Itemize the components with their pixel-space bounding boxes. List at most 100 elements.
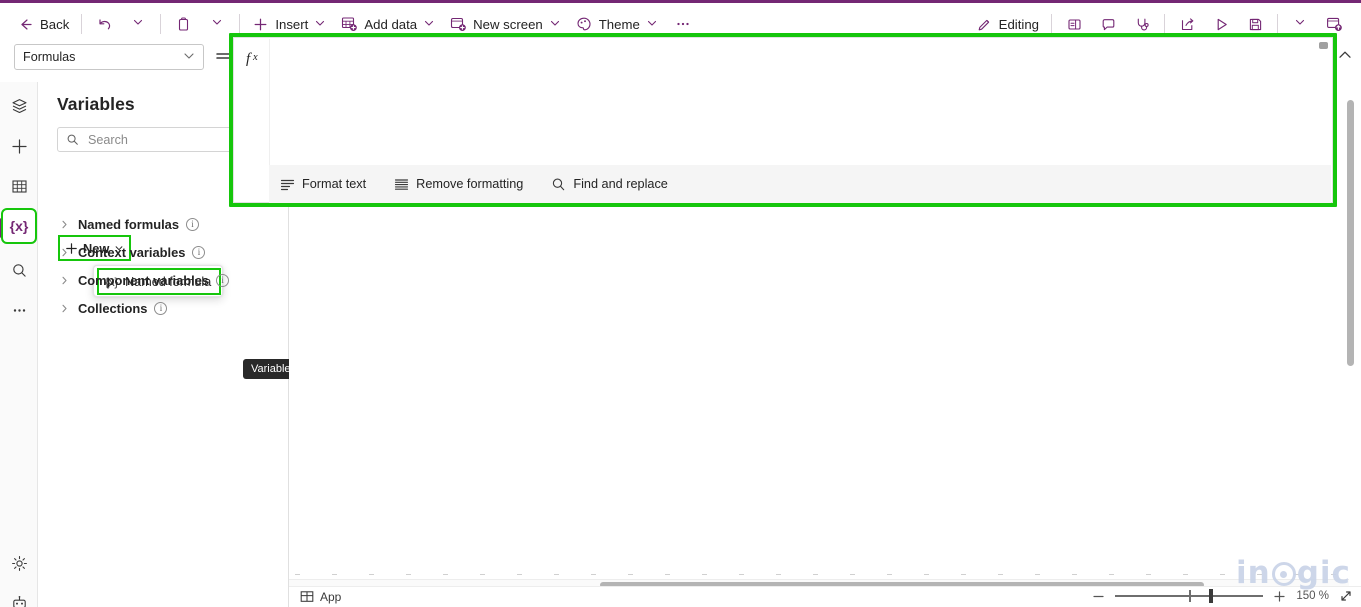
ruler-dash	[850, 574, 855, 575]
insert-label: Insert	[275, 16, 309, 32]
zoom-slider-thumb[interactable]	[1209, 589, 1214, 603]
watermark-text-after: gic	[1296, 555, 1351, 591]
comment-bubble-icon	[1100, 16, 1117, 33]
tree-row-label: Component variables	[78, 272, 210, 288]
info-icon[interactable]: i	[154, 301, 168, 315]
pencil-icon	[976, 16, 993, 33]
add-data-label: Add data	[364, 16, 418, 32]
tree-row-named-formulas[interactable]: Named formulas i	[57, 213, 200, 235]
app-checker-icon	[1134, 16, 1151, 33]
chevron-down-icon	[314, 17, 326, 32]
ruler-dash	[665, 574, 670, 575]
chevron-right-icon[interactable]	[57, 245, 71, 259]
tree-row-label: Named formulas	[78, 216, 180, 232]
undo-options-button[interactable]	[121, 9, 155, 39]
chevron-right-icon[interactable]	[57, 301, 71, 315]
rail-item-variables[interactable]: {x}	[1, 208, 37, 244]
ruler-dash	[480, 574, 485, 575]
powerapps-studio: Back Insert Add data New screen Theme Ed…	[0, 0, 1361, 607]
ruler-dash	[739, 574, 744, 575]
fit-screen-button[interactable]	[1339, 589, 1353, 603]
ruler-dash	[998, 574, 1003, 575]
divider	[1277, 14, 1278, 34]
zoom-in-button[interactable]	[1273, 590, 1286, 603]
rail-item-more[interactable]	[3, 294, 35, 326]
zoom-slider[interactable]	[1115, 589, 1264, 603]
save-chevron-icon	[1294, 15, 1306, 33]
rail-item-data[interactable]	[3, 170, 35, 202]
ruler-dash	[813, 574, 818, 575]
ruler-dash	[628, 574, 633, 575]
status-bar: App 150 %	[289, 586, 1361, 607]
undo-icon	[96, 16, 113, 33]
ruler-dash	[369, 574, 374, 575]
rail-item-settings[interactable]	[3, 547, 35, 579]
formula-bar-highlight	[229, 33, 1337, 207]
copilot-robot-icon	[10, 594, 29, 607]
layers-icon	[10, 97, 29, 116]
app-scope-chip[interactable]: App	[300, 590, 341, 604]
undo-button[interactable]	[87, 9, 121, 39]
ellipsis-icon	[674, 15, 692, 33]
zoom-controls: 150 %	[1092, 589, 1353, 603]
clipboard-icon	[175, 16, 192, 33]
ruler-dash	[1220, 574, 1225, 575]
paste-button[interactable]	[166, 9, 200, 39]
publish-icon	[1325, 15, 1343, 33]
watermark-o-glyph	[1271, 562, 1296, 586]
page-vscroll-thumb[interactable]	[1347, 100, 1354, 366]
formula-bar-collapse-button[interactable]	[1336, 46, 1354, 64]
info-icon[interactable]: i	[186, 217, 200, 231]
info-icon[interactable]: i	[192, 245, 206, 259]
plus-icon	[10, 137, 29, 156]
rail-item-search[interactable]	[3, 254, 35, 286]
back-button[interactable]: Back	[10, 9, 76, 39]
editing-mode-label: Editing	[998, 16, 1039, 32]
canvas-ruler-dots	[289, 570, 1349, 579]
rail-item-insert[interactable]	[3, 130, 35, 162]
rail-item-tree-view[interactable]	[3, 90, 35, 122]
tree-row-collections[interactable]: Collections i	[57, 297, 168, 319]
tree-row-component-variables[interactable]: Component variables i	[57, 269, 230, 291]
ruler-dash	[961, 574, 966, 575]
rail-item-copilot[interactable]	[3, 587, 35, 607]
tree-row-context-variables[interactable]: Context variables i	[57, 241, 206, 263]
plus-icon	[252, 16, 269, 33]
back-label: Back	[40, 16, 70, 32]
ruler-dash	[702, 574, 707, 575]
theme-icon	[575, 15, 593, 33]
info-icon[interactable]: i	[216, 273, 230, 287]
panel-title: Variables	[57, 94, 135, 114]
zoom-slider-tick	[1189, 590, 1191, 602]
zoom-value-label: 150 %	[1296, 590, 1329, 602]
add-data-icon	[340, 15, 358, 33]
comments-panel-icon	[1066, 16, 1083, 33]
watermark-text-before: in	[1236, 555, 1271, 591]
ruler-dash	[554, 574, 559, 575]
chevron-right-icon[interactable]	[57, 273, 71, 287]
settings-gear-icon	[10, 554, 29, 573]
braces-x-icon: {x}	[9, 218, 29, 234]
chevron-right-icon[interactable]	[57, 217, 71, 231]
divider	[239, 14, 241, 34]
ruler-dash	[1035, 574, 1040, 575]
search-icon	[10, 261, 29, 280]
formula-scope-value: Formulas	[23, 50, 76, 64]
save-icon	[1247, 16, 1264, 33]
left-icon-rail: {x}	[0, 82, 38, 607]
ruler-dash	[1146, 574, 1151, 575]
ruler-dash	[776, 574, 781, 575]
chevron-down-icon	[646, 17, 658, 32]
ruler-dash	[406, 574, 411, 575]
chevron-down-icon	[132, 15, 144, 33]
divider	[160, 14, 162, 34]
zoom-out-button[interactable]	[1092, 590, 1105, 603]
inogic-watermark: in gic	[1236, 555, 1351, 591]
share-icon	[1179, 16, 1196, 33]
table-icon	[10, 177, 29, 196]
ruler-dash	[1109, 574, 1114, 575]
ruler-dash	[332, 574, 337, 575]
arrow-left-icon	[17, 16, 34, 33]
formula-scope-select[interactable]: Formulas	[14, 44, 204, 70]
new-screen-label: New screen	[473, 16, 543, 32]
